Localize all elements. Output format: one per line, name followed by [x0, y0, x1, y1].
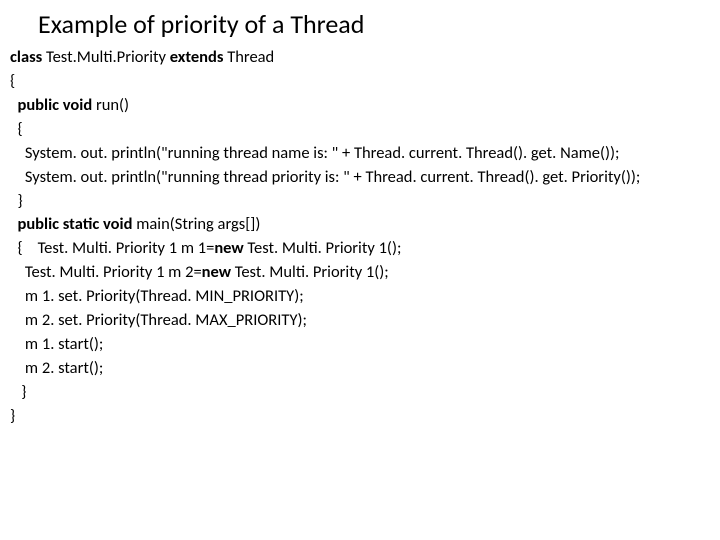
code-line: m 2. set. Priority(Thread. MAX_PRIORITY)… [10, 310, 307, 330]
kw-new: new [214, 238, 243, 258]
kw-public: public [10, 95, 59, 115]
code-block: class Test.Multi.Priority extends Thread… [10, 46, 710, 429]
brace: { [10, 119, 23, 139]
brace: { [10, 71, 15, 91]
brace: } [10, 406, 15, 426]
slide: Example of priority of a Thread class Te… [0, 0, 720, 439]
text: main(String args[]) [132, 214, 260, 234]
code-line: System. out. println("running thread pri… [10, 167, 640, 187]
code-line: m 1. set. Priority(Thread. MIN_PRIORITY)… [10, 286, 304, 306]
kw-class: class [10, 47, 42, 67]
brace: } [10, 191, 23, 211]
code-line: m 1. start(); [10, 334, 103, 354]
code-line: System. out. println("running thread nam… [10, 143, 619, 163]
code-line: { Test. Multi. Priority 1 m 1= [10, 238, 214, 258]
kw-void: void [59, 95, 92, 115]
text: run() [92, 95, 129, 115]
kw-new: new [202, 262, 231, 282]
kw-static: static [59, 214, 99, 234]
kw-extends: extends [170, 47, 224, 67]
code-line: m 2. start(); [10, 358, 103, 378]
code-line: Test. Multi. Priority 1 m 2= [10, 262, 202, 282]
text: Thread [223, 47, 274, 67]
kw-public: public [10, 214, 59, 234]
text: Test. Multi. Priority 1(); [244, 238, 402, 258]
text: Test. Multi. Priority 1(); [231, 262, 389, 282]
brace: } [10, 382, 26, 402]
slide-title: Example of priority of a Thread [38, 8, 710, 40]
text: Test.Multi.Priority [42, 47, 169, 67]
kw-void: void [99, 214, 132, 234]
